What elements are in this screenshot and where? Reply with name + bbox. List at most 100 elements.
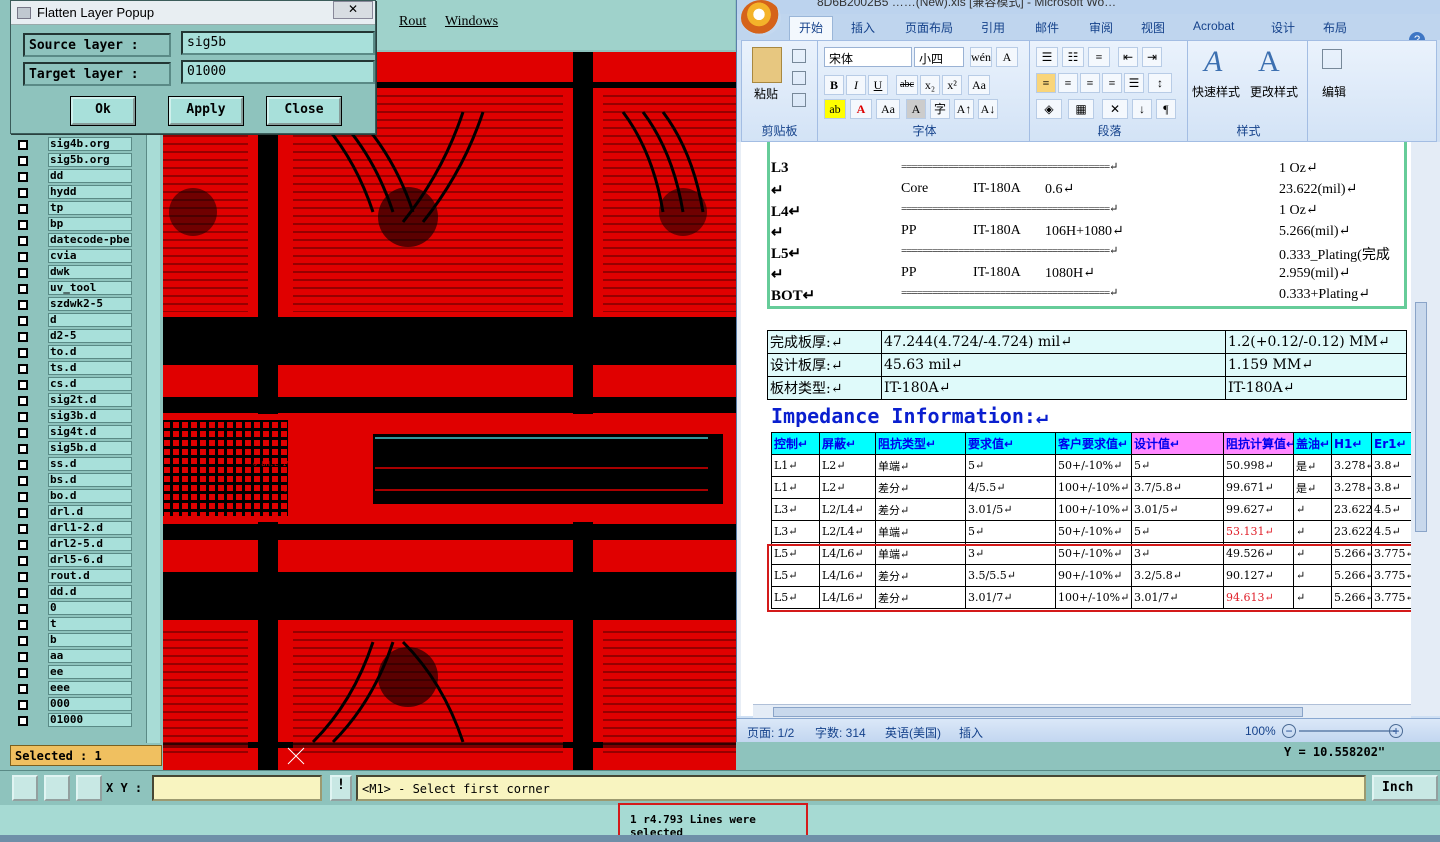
- change-styles-icon[interactable]: A: [1258, 45, 1280, 79]
- strikethrough-icon[interactable]: abc: [896, 75, 918, 95]
- layer-row[interactable]: drl1-2.d: [14, 521, 132, 536]
- layer-name[interactable]: uv_tool: [48, 281, 132, 295]
- layer-checkbox[interactable]: [18, 380, 28, 390]
- layer-checkbox[interactable]: [18, 172, 28, 182]
- tab-design[interactable]: 设计: [1271, 19, 1295, 36]
- insert-mode[interactable]: 插入: [959, 724, 983, 741]
- bullets-icon[interactable]: ☰: [1036, 47, 1058, 67]
- quick-styles-icon[interactable]: A: [1204, 45, 1222, 79]
- layer-name[interactable]: drl.d: [48, 505, 132, 519]
- layer-checkbox[interactable]: [18, 636, 28, 646]
- layer-checkbox[interactable]: [18, 476, 28, 486]
- layer-row[interactable]: sig5b.org: [14, 153, 132, 168]
- zoom-in-icon[interactable]: +: [1389, 724, 1403, 738]
- layer-name[interactable]: sig4b.org: [48, 137, 132, 151]
- char-border-icon[interactable]: A: [996, 47, 1018, 67]
- layer-name[interactable]: szdwk2-5: [48, 297, 132, 311]
- layer-checkbox[interactable]: [18, 716, 28, 726]
- layer-row[interactable]: 0: [14, 601, 132, 616]
- layer-name[interactable]: bp: [48, 217, 132, 231]
- layer-name[interactable]: dd: [48, 169, 132, 183]
- layer-checkbox[interactable]: [18, 220, 28, 230]
- highlight-icon[interactable]: ab: [824, 99, 846, 119]
- layer-checkbox[interactable]: [18, 364, 28, 374]
- layer-name[interactable]: drl1-2.d: [48, 521, 132, 535]
- layer-name[interactable]: b: [48, 633, 132, 647]
- horizontal-scroll-thumb[interactable]: [773, 707, 1303, 717]
- menu-windows[interactable]: Windows: [445, 14, 498, 30]
- layer-row[interactable]: rout.d: [14, 569, 132, 584]
- layer-checkbox[interactable]: [18, 252, 28, 262]
- apply-button[interactable]: Apply: [168, 96, 244, 126]
- layer-list-scrollbar[interactable]: [146, 135, 160, 743]
- layer-row[interactable]: d2-5: [14, 329, 132, 344]
- numbering-icon[interactable]: ☷: [1062, 47, 1084, 67]
- tab-review[interactable]: 审阅: [1089, 19, 1113, 36]
- layer-name[interactable]: d2-5: [48, 329, 132, 343]
- layer-name[interactable]: bs.d: [48, 473, 132, 487]
- unit-selector[interactable]: Inch: [1372, 775, 1438, 801]
- layer-checkbox[interactable]: [18, 156, 28, 166]
- paste-icon[interactable]: [752, 47, 782, 83]
- subscript-icon[interactable]: x₂: [920, 75, 940, 95]
- layer-row[interactable]: drl.d: [14, 505, 132, 520]
- layer-checkbox[interactable]: [18, 700, 28, 710]
- layer-row[interactable]: dwk: [14, 265, 132, 280]
- tab-layout[interactable]: 布局: [1323, 19, 1347, 36]
- page-indicator[interactable]: 页面: 1/2: [747, 724, 794, 741]
- grid-tool-button[interactable]: [76, 775, 102, 801]
- layer-row[interactable]: bo.d: [14, 489, 132, 504]
- layer-row[interactable]: eee: [14, 681, 132, 696]
- tab-insert[interactable]: 插入: [851, 19, 875, 36]
- layer-row[interactable]: 01000: [14, 713, 132, 728]
- layer-checkbox[interactable]: [18, 588, 28, 598]
- layer-name[interactable]: sig5b.org: [48, 153, 132, 167]
- layer-row[interactable]: cs.d: [14, 377, 132, 392]
- layer-row[interactable]: sig2t.d: [14, 393, 132, 408]
- tab-page-layout[interactable]: 页面布局: [905, 19, 953, 36]
- layer-checkbox[interactable]: [18, 492, 28, 502]
- align-left-icon[interactable]: ≡: [1036, 73, 1056, 93]
- layer-checkbox[interactable]: [18, 188, 28, 198]
- tab-home[interactable]: 开始: [789, 16, 834, 40]
- layer-row[interactable]: ee: [14, 665, 132, 680]
- layer-checkbox[interactable]: [18, 236, 28, 246]
- layer-name[interactable]: sig4t.d: [48, 425, 132, 439]
- italic-icon[interactable]: I: [846, 75, 866, 95]
- popup-close-icon[interactable]: ✕: [333, 1, 373, 19]
- layer-row[interactable]: tp: [14, 201, 132, 216]
- layer-checkbox[interactable]: [18, 396, 28, 406]
- layer-name[interactable]: dwk: [48, 265, 132, 279]
- layer-name[interactable]: drl2-5.d: [48, 537, 132, 551]
- layer-row[interactable]: d: [14, 313, 132, 328]
- layer-name[interactable]: 0: [48, 601, 132, 615]
- source-layer-input[interactable]: sig5b: [181, 31, 375, 55]
- layer-name[interactable]: aa: [48, 649, 132, 663]
- enclose-char-icon[interactable]: 字: [930, 99, 950, 119]
- edit-label[interactable]: 编辑: [1322, 83, 1346, 100]
- bold-icon[interactable]: B: [824, 75, 844, 95]
- layer-checkbox[interactable]: [18, 652, 28, 662]
- vertical-scrollbar[interactable]: [1411, 142, 1440, 716]
- font-color-icon[interactable]: A: [850, 99, 872, 119]
- increase-indent-icon[interactable]: ⇥: [1142, 47, 1162, 67]
- font-size-select[interactable]: 小四: [914, 47, 964, 67]
- tab-view[interactable]: 视图: [1141, 19, 1165, 36]
- layer-checkbox[interactable]: [18, 332, 28, 342]
- layer-row[interactable]: ts.d: [14, 361, 132, 376]
- chinese-layout-icon[interactable]: ✕: [1102, 99, 1128, 119]
- layer-checkbox[interactable]: [18, 268, 28, 278]
- distribute-icon[interactable]: ☰: [1124, 73, 1144, 93]
- layer-row[interactable]: b: [14, 633, 132, 648]
- superscript-icon[interactable]: x²: [942, 75, 962, 95]
- close-button[interactable]: Close: [266, 96, 342, 126]
- shrink-font-icon[interactable]: A↓: [978, 99, 998, 119]
- layer-name[interactable]: d: [48, 313, 132, 327]
- change-case-icon[interactable]: Aa: [876, 99, 900, 119]
- measure-tool-button[interactable]: [44, 775, 70, 801]
- layer-name[interactable]: sig2t.d: [48, 393, 132, 407]
- layer-name[interactable]: bo.d: [48, 489, 132, 503]
- format-painter-icon[interactable]: [792, 93, 806, 107]
- layer-name[interactable]: cs.d: [48, 377, 132, 391]
- layer-row[interactable]: ss.d: [14, 457, 132, 472]
